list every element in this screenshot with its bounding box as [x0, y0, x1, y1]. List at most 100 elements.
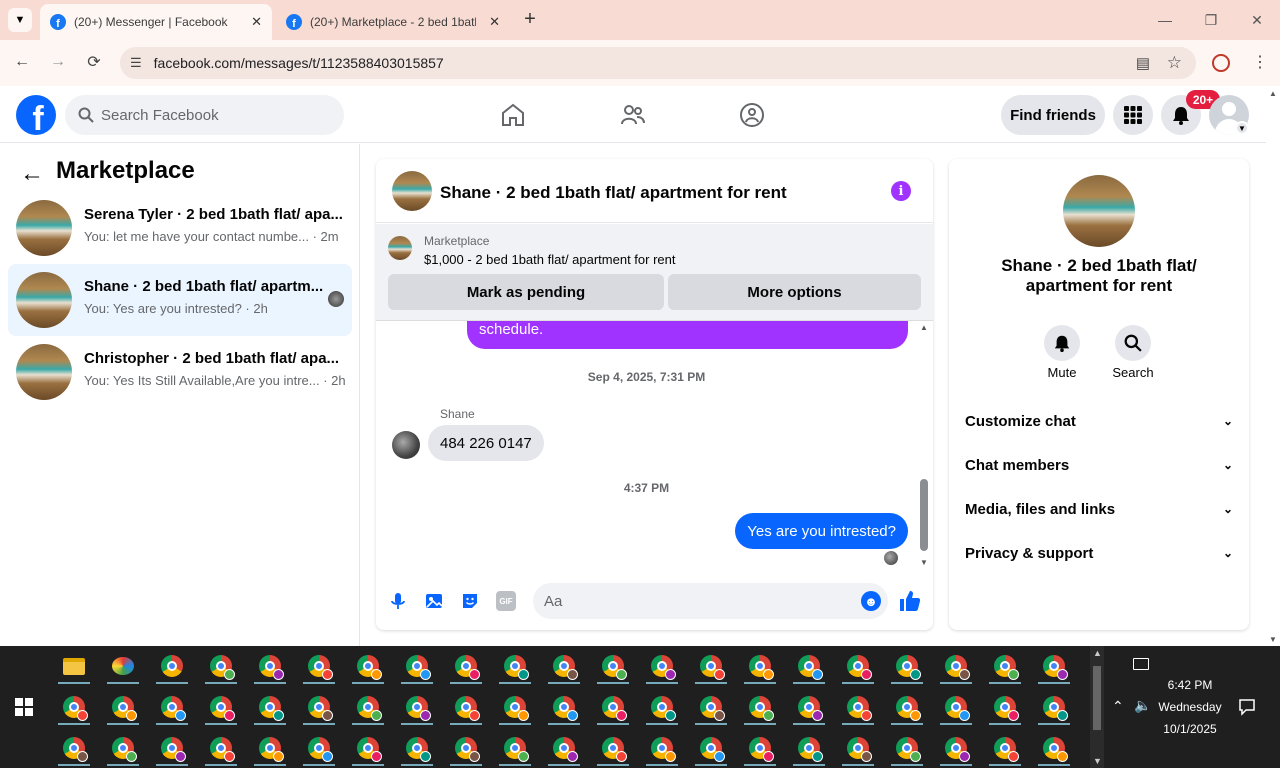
restore-button[interactable]: ❐	[1188, 0, 1234, 40]
media-files-links-section[interactable]: Media, files and links ⌄	[965, 487, 1233, 531]
new-tab-button[interactable]: +	[518, 8, 542, 32]
chrome-profile-icon[interactable]	[246, 728, 294, 768]
minimize-button[interactable]: —	[1142, 0, 1188, 40]
listing-avatar-large[interactable]	[1063, 175, 1135, 247]
windows-start-icon[interactable]	[15, 698, 33, 716]
chrome-profile-icon[interactable]	[883, 728, 931, 768]
conversation-item[interactable]: Christopher · 2 bed 1bath flat/ apa... Y…	[8, 336, 352, 408]
chrome-profile-icon[interactable]	[932, 646, 980, 686]
show-hidden-icons[interactable]: ⌃	[1112, 698, 1124, 715]
back-arrow-icon[interactable]: ←	[20, 160, 44, 188]
action-center-icon[interactable]	[1238, 698, 1256, 716]
chrome-profile-icon[interactable]	[148, 687, 196, 727]
facebook-logo[interactable]: f	[16, 95, 56, 135]
sticker-icon[interactable]	[460, 591, 480, 611]
chrome-profile-icon[interactable]	[785, 687, 833, 727]
chrome-profile-icon[interactable]	[785, 646, 833, 686]
chrome-profile-icon[interactable]	[540, 687, 588, 727]
photo-icon[interactable]	[424, 591, 444, 611]
incoming-message-bubble[interactable]: 484 226 0147	[428, 425, 544, 461]
more-options-button[interactable]: More options	[668, 274, 921, 310]
chrome-profile-icon[interactable]	[344, 646, 392, 686]
outgoing-message-bubble[interactable]: schedule.	[467, 321, 908, 349]
menu-grid-button[interactable]	[1113, 95, 1153, 135]
chrome-profile-icon[interactable]	[981, 687, 1029, 727]
file-explorer-icon[interactable]	[50, 646, 98, 686]
chrome-profile-icon[interactable]	[246, 687, 294, 727]
site-info-icon[interactable]: ☰	[130, 55, 142, 71]
chrome-profile-icon[interactable]	[540, 646, 588, 686]
tab-search-button[interactable]: ▼	[8, 8, 32, 32]
chat-avatar[interactable]	[392, 171, 432, 211]
listing-detail[interactable]: $1,000 - 2 bed 1bath flat/ apartment for…	[424, 252, 676, 267]
paint-app-icon[interactable]	[99, 646, 147, 686]
chrome-profile-icon[interactable]	[442, 646, 490, 686]
search-facebook-box[interactable]: Search Facebook	[65, 95, 344, 135]
chrome-profile-icon[interactable]	[736, 728, 784, 768]
profile-icon[interactable]	[1212, 54, 1230, 72]
mute-button[interactable]	[1044, 325, 1080, 361]
conversation-item-selected[interactable]: Shane · 2 bed 1bath flat/ apartm... You:…	[8, 264, 352, 336]
tab-messenger[interactable]: f (20+) Messenger | Facebook ✕	[40, 4, 272, 40]
conversation-item[interactable]: Serena Tyler · 2 bed 1bath flat/ apa... …	[8, 192, 352, 264]
chrome-profile-icon[interactable]	[50, 728, 98, 768]
like-thumbs-up-icon[interactable]	[898, 589, 922, 613]
gif-icon[interactable]: GIF	[496, 591, 516, 611]
browser-menu-icon[interactable]: ⋮	[1252, 52, 1268, 72]
find-friends-button[interactable]: Find friends	[1001, 95, 1105, 135]
chrome-profile-icon[interactable]	[344, 728, 392, 768]
chrome-profile-icon[interactable]	[442, 687, 490, 727]
mark-as-pending-button[interactable]: Mark as pending	[388, 274, 664, 310]
network-icon[interactable]	[1133, 658, 1149, 670]
chrome-profile-icon[interactable]	[393, 646, 441, 686]
info-icon[interactable]: i	[891, 181, 911, 201]
tab-marketplace[interactable]: f (20+) Marketplace - 2 bed 1bath ✕	[276, 4, 510, 40]
taskbar-scroll[interactable]: ▲ ▼	[1090, 646, 1104, 768]
chrome-profile-icon[interactable]	[491, 646, 539, 686]
chrome-profile-icon[interactable]	[295, 687, 343, 727]
close-tab-icon[interactable]: ✕	[251, 14, 262, 30]
clock-day[interactable]: Wednesday	[1150, 700, 1230, 714]
page-scrollbar[interactable]: ▲ ▼	[1266, 87, 1280, 646]
microphone-icon[interactable]	[388, 591, 408, 611]
address-bar[interactable]: ☰ facebook.com/messages/t/11235884030158…	[120, 47, 1196, 79]
volume-icon[interactable]: 🔈	[1134, 697, 1151, 714]
privacy-support-section[interactable]: Privacy & support ⌄	[965, 531, 1233, 575]
chrome-profile-icon[interactable]	[197, 728, 245, 768]
chrome-profile-icon[interactable]	[638, 646, 686, 686]
chrome-profile-icon[interactable]	[50, 687, 98, 727]
install-app-icon[interactable]: ▤	[1136, 54, 1150, 72]
message-scrollbar[interactable]: ▲ ▼	[917, 321, 931, 569]
chrome-profile-icon[interactable]	[834, 728, 882, 768]
groups-icon[interactable]	[739, 102, 765, 128]
account-chevron-icon[interactable]: ▼	[1235, 121, 1249, 135]
chrome-profile-icon[interactable]	[442, 728, 490, 768]
chrome-profile-icon[interactable]	[785, 728, 833, 768]
home-icon[interactable]	[500, 102, 526, 128]
bookmark-star-icon[interactable]: ☆	[1167, 53, 1182, 73]
chrome-profile-icon[interactable]	[687, 728, 735, 768]
chrome-icon[interactable]	[148, 646, 196, 686]
chrome-profile-icon[interactable]	[883, 646, 931, 686]
back-icon[interactable]: ←	[10, 53, 34, 71]
chrome-profile-icon[interactable]	[1030, 646, 1078, 686]
sender-avatar[interactable]	[392, 431, 420, 459]
chrome-profile-icon[interactable]	[197, 646, 245, 686]
chrome-profile-icon[interactable]	[687, 646, 735, 686]
chrome-profile-icon[interactable]	[491, 728, 539, 768]
chrome-profile-icon[interactable]	[589, 646, 637, 686]
chrome-profile-icon[interactable]	[295, 646, 343, 686]
chrome-profile-icon[interactable]	[393, 687, 441, 727]
chat-title[interactable]: Shane · 2 bed 1bath flat/ apartment for …	[440, 183, 787, 203]
customize-chat-section[interactable]: Customize chat ⌄	[965, 399, 1233, 443]
close-tab-icon[interactable]: ✕	[489, 14, 500, 30]
chrome-profile-icon[interactable]	[344, 687, 392, 727]
chat-members-section[interactable]: Chat members ⌄	[965, 443, 1233, 487]
chrome-profile-icon[interactable]	[932, 728, 980, 768]
chrome-profile-icon[interactable]	[981, 646, 1029, 686]
chrome-profile-icon[interactable]	[589, 687, 637, 727]
reload-icon[interactable]: ⟳	[82, 52, 106, 72]
message-input[interactable]: Aa ☻	[533, 583, 888, 619]
chrome-profile-icon[interactable]	[491, 687, 539, 727]
chrome-profile-icon[interactable]	[540, 728, 588, 768]
